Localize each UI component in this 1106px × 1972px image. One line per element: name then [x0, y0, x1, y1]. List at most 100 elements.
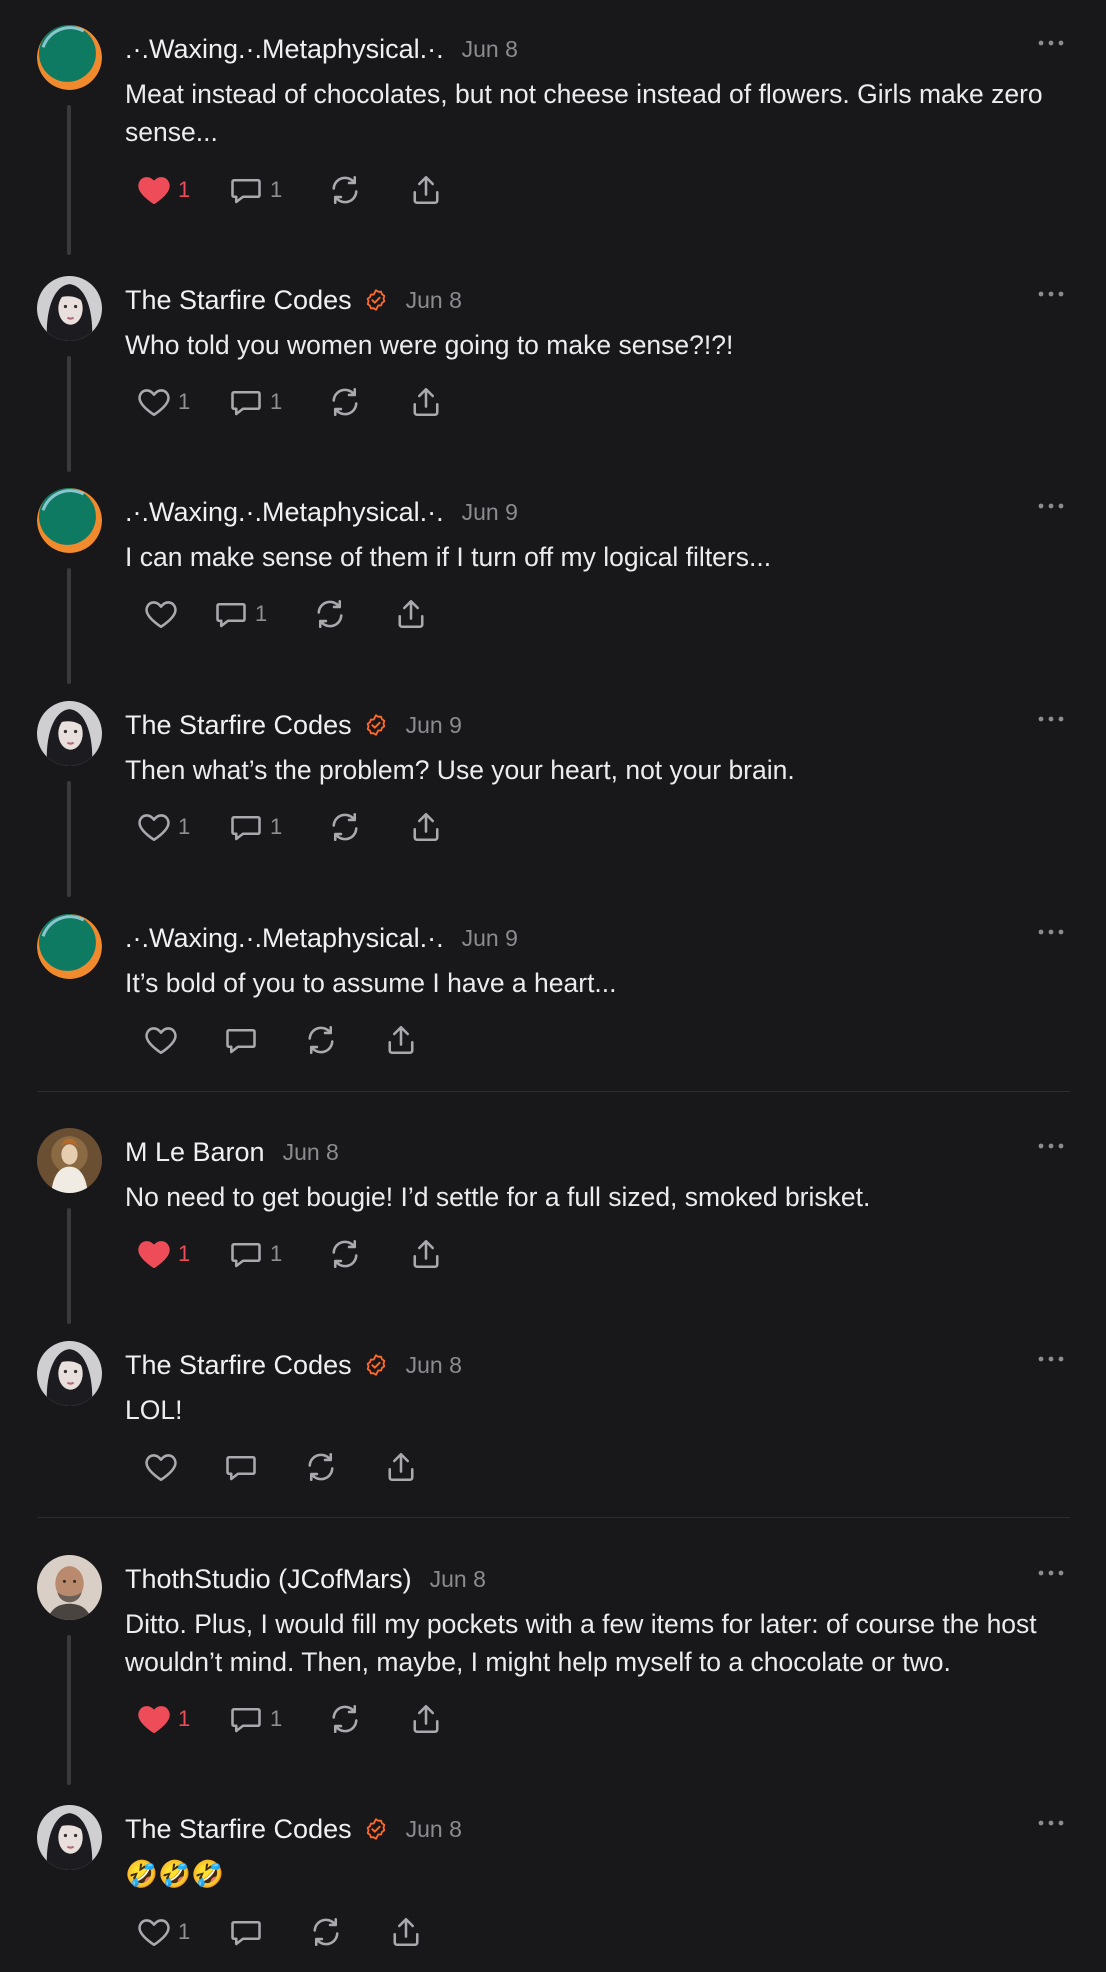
comment-icon: [223, 1449, 259, 1485]
thread-line: [67, 1635, 71, 1785]
repost-button[interactable]: [312, 594, 393, 634]
author-name[interactable]: .·.Waxing.·.Metaphysical.·.: [125, 34, 444, 65]
repost-button[interactable]: [327, 1234, 408, 1274]
heart-icon: [136, 384, 172, 420]
share-button[interactable]: [408, 382, 444, 422]
more-options-icon[interactable]: [1036, 1136, 1066, 1156]
comment-actions: [143, 1447, 419, 1487]
comment-actions: 1 1: [136, 807, 444, 847]
thread-divider: [37, 1517, 1070, 1518]
heart-filled-icon: [136, 1236, 172, 1272]
comment-text: It’s bold of you to assume I have a hear…: [125, 968, 617, 998]
reply-button[interactable]: 1: [228, 807, 327, 847]
repost-button[interactable]: [303, 1020, 383, 1060]
comment-text: Ditto. Plus, I would fill my pockets wit…: [125, 1609, 1037, 1677]
comment-actions: 1: [143, 594, 429, 634]
thread-line: [67, 568, 71, 684]
comment-text: Who told you women were going to make se…: [125, 330, 734, 360]
repost-icon: [327, 384, 363, 420]
reply-button[interactable]: [223, 1020, 303, 1060]
like-button[interactable]: 1: [136, 1699, 228, 1739]
avatar[interactable]: [37, 276, 102, 341]
like-button[interactable]: [143, 1020, 223, 1060]
repost-icon: [308, 1914, 344, 1950]
share-button[interactable]: [408, 807, 444, 847]
repost-button[interactable]: [327, 1699, 408, 1739]
repost-icon: [327, 809, 363, 845]
comment-date: Jun 9: [461, 498, 518, 525]
share-button[interactable]: [388, 1912, 424, 1952]
heart-icon: [143, 1022, 179, 1058]
author-name[interactable]: The Starfire Codes: [125, 285, 352, 316]
author-name[interactable]: The Starfire Codes: [125, 710, 352, 741]
comment-actions: 1: [136, 1912, 424, 1952]
like-button[interactable]: [143, 1447, 223, 1487]
comment-date: Jun 9: [461, 924, 518, 951]
author-name[interactable]: The Starfire Codes: [125, 1814, 352, 1845]
repost-button[interactable]: [327, 382, 408, 422]
author-name[interactable]: M Le Baron: [125, 1137, 265, 1168]
reply-button[interactable]: 1: [228, 170, 327, 210]
avatar[interactable]: [37, 25, 102, 90]
comment-header: ThothStudio (JCofMars) Jun 8: [125, 1561, 486, 1597]
like-button[interactable]: [143, 594, 213, 634]
reply-button[interactable]: 1: [228, 1699, 327, 1739]
avatar[interactable]: [37, 1805, 102, 1870]
reply-count: 1: [270, 814, 283, 839]
share-icon: [408, 1236, 444, 1272]
author-name[interactable]: .·.Waxing.·.Metaphysical.·.: [125, 923, 444, 954]
repost-button[interactable]: [327, 170, 408, 210]
share-button[interactable]: [408, 1699, 444, 1739]
comment-text: 🤣🤣🤣: [125, 1859, 224, 1889]
share-button[interactable]: [408, 170, 444, 210]
more-options-icon[interactable]: [1036, 33, 1066, 53]
author-name[interactable]: The Starfire Codes: [125, 1350, 352, 1381]
like-count: 1: [178, 814, 191, 839]
share-button[interactable]: [408, 1234, 444, 1274]
more-options-icon[interactable]: [1036, 1349, 1066, 1369]
reply-button[interactable]: 1: [228, 1234, 327, 1274]
repost-button[interactable]: [308, 1912, 388, 1952]
reply-button[interactable]: [228, 1912, 308, 1952]
thread-line: [67, 781, 71, 897]
avatar[interactable]: [37, 701, 102, 766]
avatar[interactable]: [37, 1555, 102, 1620]
share-icon: [393, 596, 429, 632]
comment-actions: 1 1: [136, 382, 444, 422]
like-button[interactable]: 1: [136, 807, 228, 847]
comment-text: Then what’s the problem? Use your heart,…: [125, 755, 795, 785]
repost-button[interactable]: [327, 807, 408, 847]
reply-button[interactable]: 1: [213, 594, 312, 634]
comment-icon: [228, 384, 264, 420]
avatar[interactable]: [37, 914, 102, 979]
comment-header: The Starfire Codes Jun 9: [125, 707, 462, 743]
like-button[interactable]: 1: [136, 1234, 228, 1274]
reply-button[interactable]: [223, 1447, 303, 1487]
share-button[interactable]: [393, 594, 429, 634]
more-options-icon[interactable]: [1036, 922, 1066, 942]
share-button[interactable]: [383, 1020, 419, 1060]
more-options-icon[interactable]: [1036, 496, 1066, 516]
share-icon: [408, 1701, 444, 1737]
heart-icon: [136, 1914, 172, 1950]
verified-badge-icon: [364, 1817, 388, 1841]
more-options-icon[interactable]: [1036, 1563, 1066, 1583]
more-options-icon[interactable]: [1036, 284, 1066, 304]
comment-actions: 1 1: [136, 170, 444, 210]
avatar[interactable]: [37, 1341, 102, 1406]
author-name[interactable]: ThothStudio (JCofMars): [125, 1564, 412, 1595]
avatar[interactable]: [37, 1128, 102, 1193]
more-options-icon[interactable]: [1036, 1813, 1066, 1833]
comment-header: The Starfire Codes Jun 8: [125, 282, 462, 318]
like-button[interactable]: 1: [136, 382, 228, 422]
share-button[interactable]: [383, 1447, 419, 1487]
like-button[interactable]: 1: [136, 1912, 228, 1952]
verified-badge-icon: [364, 288, 388, 312]
repost-button[interactable]: [303, 1447, 383, 1487]
reply-button[interactable]: 1: [228, 382, 327, 422]
more-options-icon[interactable]: [1036, 709, 1066, 729]
comment-header: .·.Waxing.·.Metaphysical.·. Jun 9: [125, 494, 518, 530]
avatar[interactable]: [37, 488, 102, 553]
like-button[interactable]: 1: [136, 170, 228, 210]
author-name[interactable]: .·.Waxing.·.Metaphysical.·.: [125, 497, 444, 528]
